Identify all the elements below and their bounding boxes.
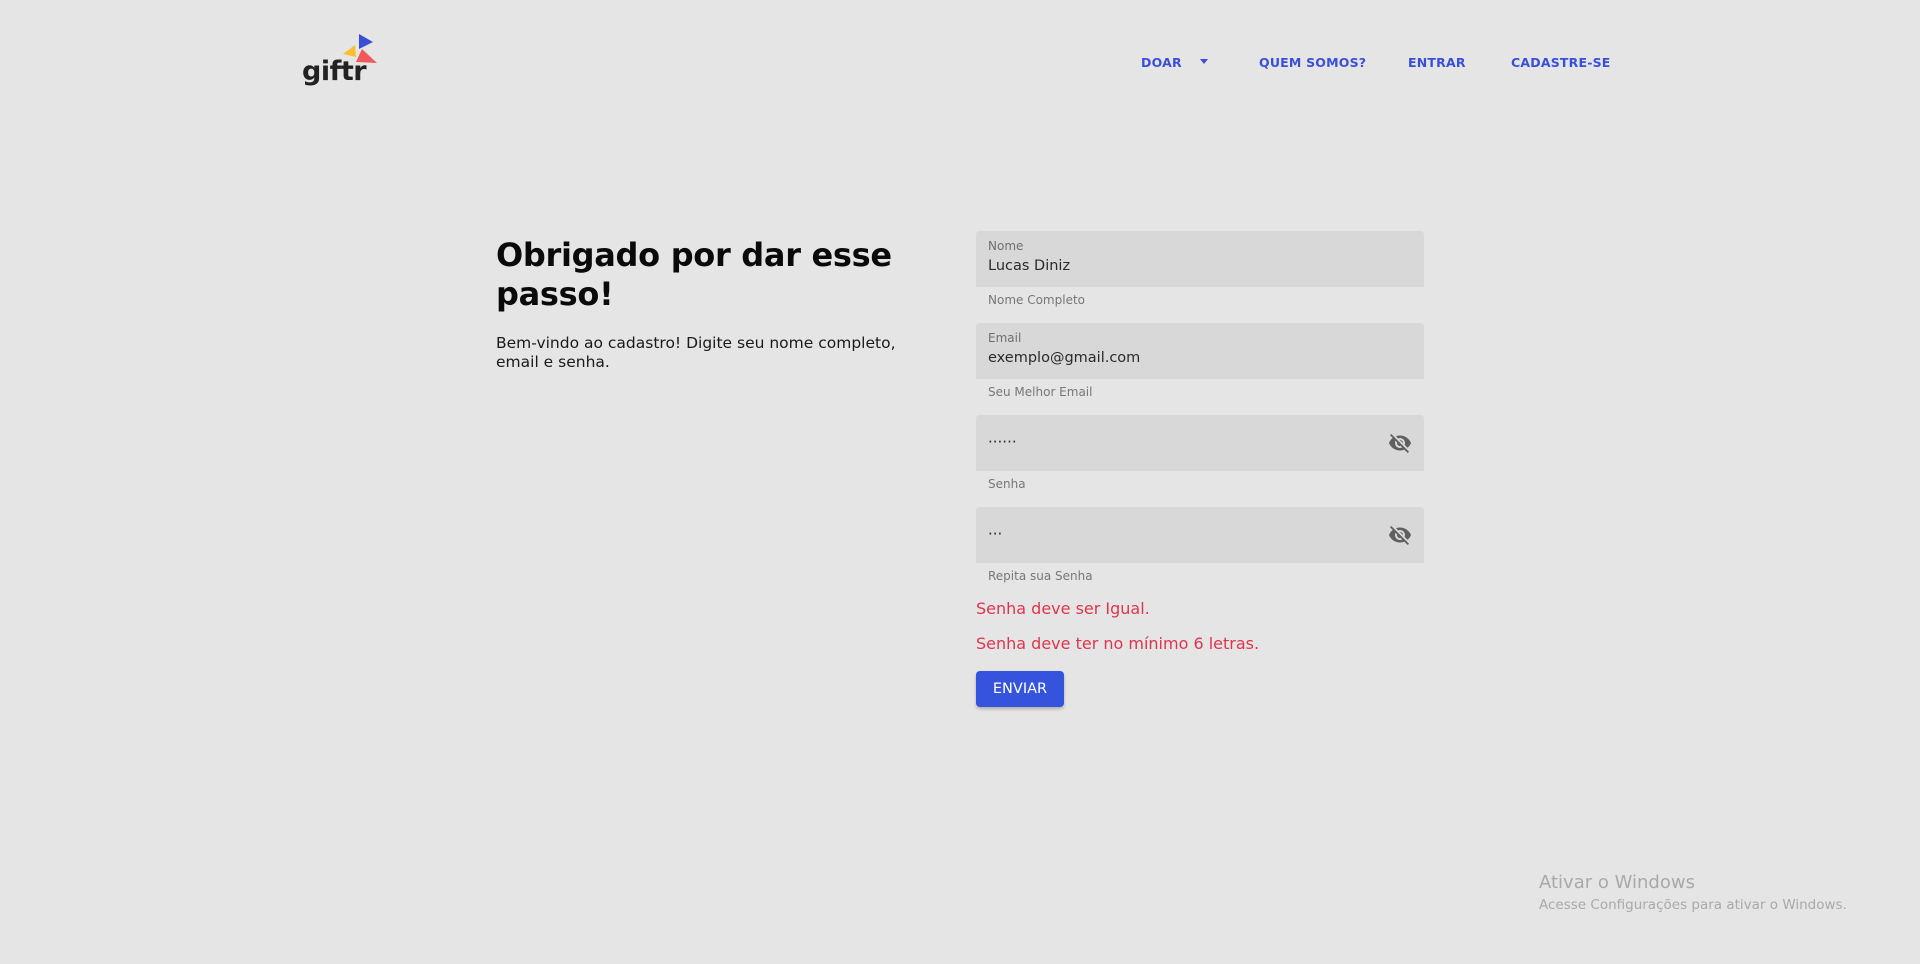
nav-quem-somos[interactable]: QUEM SOMOS? <box>1259 55 1366 70</box>
nav-entrar[interactable]: ENTRAR <box>1408 55 1466 70</box>
visibility-off-icon[interactable] <box>1388 431 1412 455</box>
watermark-title: Ativar o Windows <box>1539 872 1695 893</box>
password-helper-text: Senha <box>988 477 1026 491</box>
intro-section: Obrigado por dar esse passo! Bem-vindo a… <box>496 236 936 372</box>
error-message-match: Senha deve ser Igual. <box>976 599 1150 618</box>
nav-doar-dropdown[interactable]: DOAR <box>1141 55 1209 70</box>
name-label: Nome <box>988 239 1024 253</box>
email-value: exemplo@gmail.com <box>988 350 1141 366</box>
email-input[interactable]: Email exemplo@gmail.com <box>976 323 1424 379</box>
windows-activation-watermark: Ativar o Windows Acesse Configurações pa… <box>1539 872 1847 914</box>
nav-cadastre-se[interactable]: CADASTRE-SE <box>1511 55 1611 70</box>
name-field-group: Nome Lucas Diniz Nome Completo <box>976 231 1424 307</box>
caret-down-icon <box>1200 59 1209 64</box>
name-helper-text: Nome Completo <box>988 293 1085 307</box>
password-repeat-helper-text: Repita sua Senha <box>988 569 1093 583</box>
error-message-length: Senha deve ter no mínimo 6 letras. <box>976 634 1260 653</box>
password-value: ······ <box>988 433 1017 451</box>
email-helper-text: Seu Melhor Email <box>988 385 1093 399</box>
password-input[interactable]: ······ <box>976 415 1424 471</box>
submit-button[interactable]: ENVIAR <box>976 671 1064 707</box>
intro-text: Bem-vindo ao cadastro! Digite seu nome c… <box>496 334 896 371</box>
email-label: Email <box>988 331 1022 345</box>
name-value: Lucas Diniz <box>988 258 1071 274</box>
email-field-group: Email exemplo@gmail.com Seu Melhor Email <box>976 323 1424 399</box>
password-field-group: ······ Senha <box>976 415 1424 491</box>
name-input[interactable]: Nome Lucas Diniz <box>976 231 1424 287</box>
password-repeat-input[interactable]: ··· <box>976 507 1424 563</box>
visibility-off-icon[interactable] <box>1388 523 1412 547</box>
signup-form: Nome Lucas Diniz Nome Completo Email exe… <box>976 231 1424 707</box>
password-repeat-field-group: ··· Repita sua Senha <box>976 507 1424 583</box>
watermark-subtitle: Acesse Configurações para ativar o Windo… <box>1539 897 1847 913</box>
header: giftr DOAR QUEM SOMOS? ENTRAR CADASTRE-S… <box>0 0 1920 120</box>
main-nav: DOAR QUEM SOMOS? ENTRAR CADASTRE-SE <box>0 55 1920 75</box>
nav-doar-label: DOAR <box>1141 55 1182 70</box>
password-repeat-value: ··· <box>988 525 1003 543</box>
page-title: Obrigado por dar esse passo! <box>496 236 892 313</box>
